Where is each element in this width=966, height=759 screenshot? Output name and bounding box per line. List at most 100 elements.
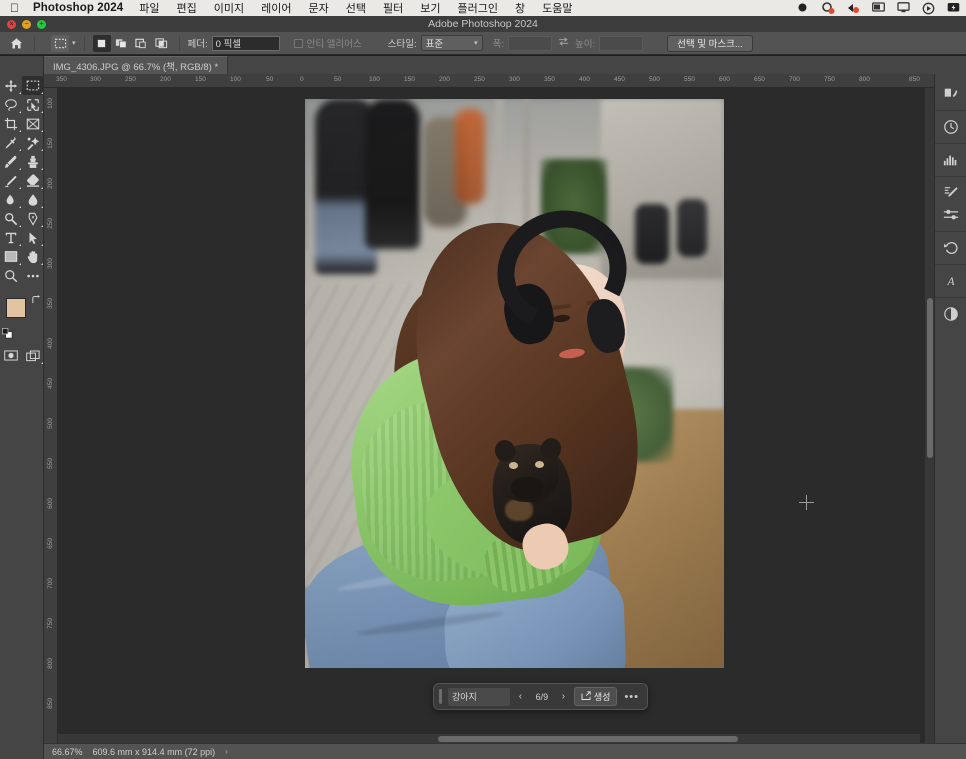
path-selection-tool[interactable] bbox=[22, 228, 44, 247]
menu-plugins[interactable]: 플러그인 bbox=[457, 0, 497, 16]
apple-logo-icon[interactable]:  bbox=[10, 2, 19, 14]
default-colors-icon[interactable] bbox=[2, 326, 13, 339]
menu-view[interactable]: 보기 bbox=[420, 0, 440, 16]
layers-panel-icon[interactable] bbox=[938, 303, 964, 325]
menu-file[interactable]: 파일 bbox=[139, 0, 159, 16]
taskbar-more-options-button[interactable]: ••• bbox=[621, 691, 642, 703]
width-input[interactable] bbox=[508, 35, 552, 51]
brush-tool[interactable] bbox=[0, 152, 22, 171]
tool-expand-triangle bbox=[18, 224, 21, 227]
minimize-button[interactable]: − bbox=[22, 19, 31, 29]
menu-filter[interactable]: 필터 bbox=[383, 0, 403, 16]
tool-expand-triangle bbox=[40, 91, 43, 94]
style-select[interactable]: 표준 ▾ bbox=[420, 35, 483, 51]
eraser-tool[interactable] bbox=[22, 171, 44, 190]
color-panel-icon[interactable] bbox=[938, 83, 964, 105]
menu-image[interactable]: 이미지 bbox=[214, 0, 244, 16]
battery-icon[interactable] bbox=[847, 2, 860, 15]
close-button[interactable]: × bbox=[7, 19, 16, 29]
menu-app-name[interactable]: Photoshop 2024 bbox=[33, 2, 123, 14]
menu-edit[interactable]: 편집 bbox=[176, 0, 196, 16]
antialias-checkbox[interactable] bbox=[293, 38, 303, 48]
canvas-work-area[interactable]: 350 300 250 200 150 100 50 0 50 100 150 … bbox=[44, 74, 934, 743]
frame-tool[interactable] bbox=[22, 114, 44, 133]
charge-icon[interactable] bbox=[947, 2, 960, 15]
taskbar-drag-handle[interactable] bbox=[439, 689, 442, 704]
shape-tool[interactable] bbox=[0, 247, 22, 266]
ruler-tick: 100 bbox=[230, 76, 241, 83]
screen-mode-icon[interactable] bbox=[22, 346, 44, 365]
gradient-tool[interactable] bbox=[0, 190, 22, 209]
eyedropper-tool[interactable] bbox=[0, 133, 22, 152]
history-brush-tool[interactable] bbox=[0, 171, 22, 190]
ruler-tick: 200 bbox=[160, 76, 171, 83]
status-expand-arrow[interactable]: › bbox=[225, 747, 228, 756]
tool-preset-picker[interactable]: ▾ bbox=[51, 34, 76, 52]
height-input[interactable] bbox=[599, 35, 644, 51]
spot-healing-brush-tool[interactable] bbox=[22, 133, 44, 152]
lasso-tool[interactable] bbox=[0, 95, 22, 114]
crop-tool[interactable] bbox=[0, 114, 22, 133]
move-tool[interactable] bbox=[0, 76, 22, 95]
menu-window[interactable]: 창 bbox=[515, 0, 525, 16]
zoom-level-field[interactable]: 66.67% bbox=[52, 747, 83, 757]
adjustments-panel-icon[interactable] bbox=[938, 182, 964, 204]
vertical-scrollbar[interactable] bbox=[925, 88, 934, 743]
options-bar: ▾ 페더: 0 픽셀 안티 앨리어스 스타일: 표준 ▾ 폭: 높이: 선택 및… bbox=[0, 32, 966, 55]
home-icon[interactable] bbox=[6, 37, 26, 50]
character-panel-icon[interactable]: A bbox=[938, 270, 964, 292]
histogram-panel-icon[interactable] bbox=[938, 149, 964, 171]
horizontal-ruler[interactable]: 350 300 250 200 150 100 50 0 50 100 150 … bbox=[44, 74, 934, 88]
feather-input[interactable]: 0 픽셀 bbox=[211, 35, 280, 51]
new-selection-button[interactable] bbox=[92, 34, 111, 52]
tool-expand-triangle bbox=[40, 129, 43, 132]
rectangular-marquee-tool[interactable] bbox=[22, 76, 44, 95]
quick-mask-icon[interactable] bbox=[0, 346, 22, 365]
document-image[interactable] bbox=[305, 99, 724, 668]
vertical-ruler[interactable]: 100 150 200 250 300 350 400 450 500 550 … bbox=[44, 88, 58, 743]
chevron-down-icon[interactable]: ▾ bbox=[72, 39, 76, 47]
menu-select[interactable]: 선택 bbox=[346, 0, 366, 16]
control-center-icon[interactable] bbox=[822, 1, 835, 15]
generative-prompt-input[interactable]: 강아지 bbox=[448, 687, 510, 706]
record-dot-icon[interactable] bbox=[797, 2, 810, 15]
canvas-background[interactable]: 강아지 ‹ 6/9 › 생성 ••• bbox=[58, 88, 934, 743]
swap-width-height-icon[interactable] bbox=[558, 36, 569, 50]
type-tool[interactable] bbox=[0, 228, 22, 247]
select-and-mask-button[interactable]: 선택 및 마스크... bbox=[667, 34, 753, 52]
horizontal-scrollbar-thumb[interactable] bbox=[438, 735, 738, 742]
next-variation-button[interactable]: › bbox=[557, 691, 570, 702]
previous-variation-button[interactable]: ‹ bbox=[514, 691, 527, 702]
add-to-selection-button[interactable] bbox=[113, 35, 131, 52]
edit-toolbar-tool[interactable] bbox=[22, 266, 44, 285]
screen-icon[interactable] bbox=[897, 1, 910, 15]
menu-help[interactable]: 도움말 bbox=[542, 0, 572, 16]
subtract-from-selection-button[interactable] bbox=[133, 35, 151, 52]
zoom-tool[interactable] bbox=[0, 266, 22, 285]
menu-layer[interactable]: 레이어 bbox=[261, 0, 291, 16]
history-panel-icon[interactable] bbox=[938, 116, 964, 138]
undo-panel-icon[interactable] bbox=[938, 237, 964, 259]
mode-tools bbox=[0, 346, 44, 365]
display-icon[interactable] bbox=[872, 1, 885, 15]
ruler-tick: 400 bbox=[579, 76, 590, 83]
foreground-color-swatch[interactable] bbox=[6, 298, 26, 318]
properties-panel-icon[interactable] bbox=[938, 204, 964, 226]
siri-icon[interactable] bbox=[922, 2, 935, 15]
generate-button[interactable]: 생성 bbox=[573, 687, 618, 706]
generative-fill-taskbar[interactable]: 강아지 ‹ 6/9 › 생성 ••• bbox=[433, 683, 648, 710]
clone-stamp-tool[interactable] bbox=[22, 152, 44, 171]
blur-tool[interactable] bbox=[22, 190, 44, 209]
menu-type[interactable]: 문자 bbox=[308, 0, 328, 16]
swap-colors-icon[interactable] bbox=[31, 295, 41, 307]
object-selection-tool[interactable] bbox=[22, 95, 44, 114]
vertical-scrollbar-thumb[interactable] bbox=[926, 298, 933, 458]
document-tab[interactable]: IMG_4306.JPG @ 66.7% (책, RGB/8) * bbox=[44, 56, 229, 74]
pen-tool[interactable] bbox=[22, 209, 44, 228]
zoom-button[interactable]: + bbox=[37, 19, 46, 29]
dodge-tool[interactable] bbox=[0, 209, 22, 228]
hand-tool[interactable] bbox=[22, 247, 44, 266]
rectangular-marquee-icon[interactable] bbox=[51, 34, 69, 52]
intersect-with-selection-button[interactable] bbox=[153, 35, 171, 52]
horizontal-scrollbar[interactable] bbox=[58, 734, 920, 743]
